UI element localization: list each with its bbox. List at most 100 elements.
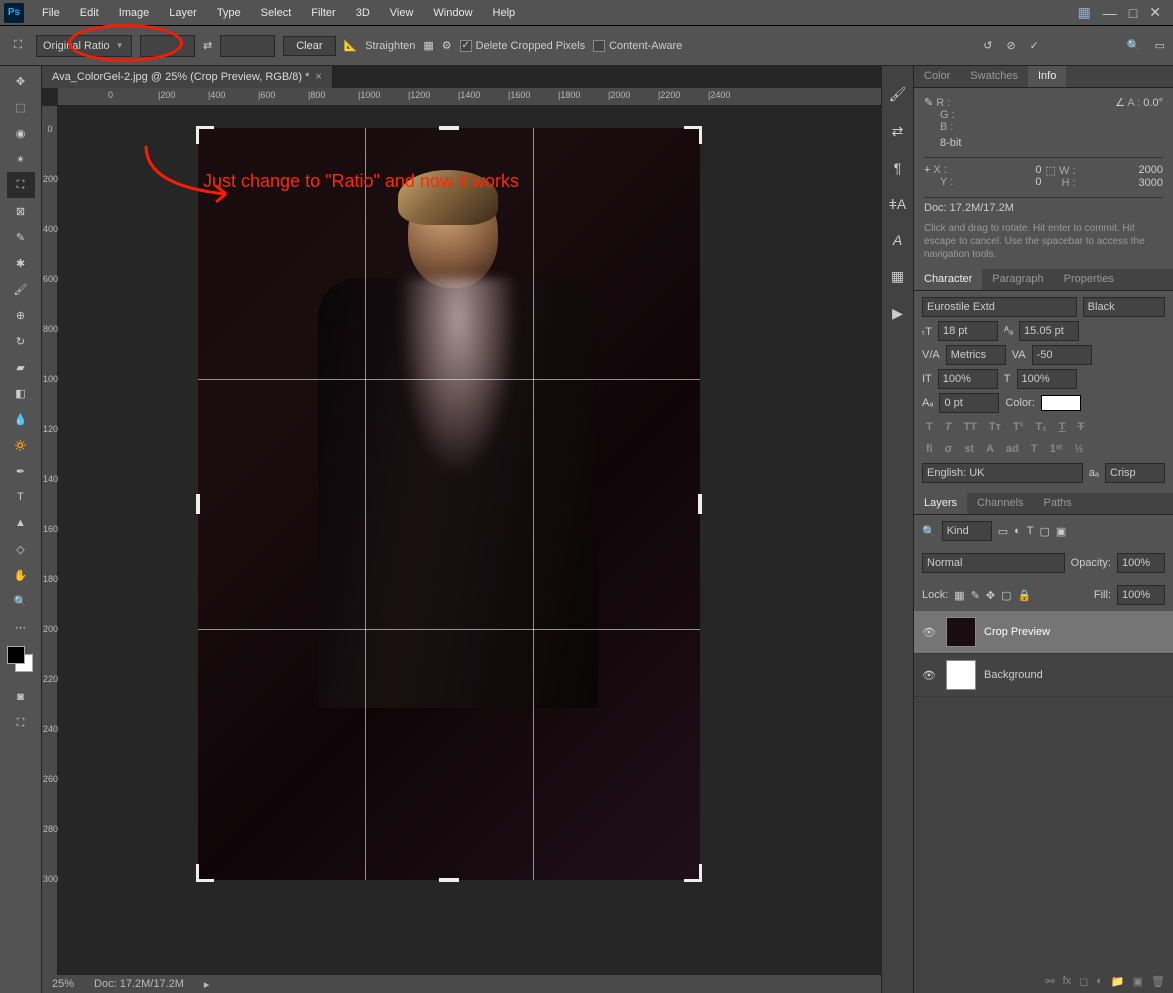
commit-crop-icon[interactable]: ✓ bbox=[1030, 39, 1039, 52]
contextual-button[interactable]: σ bbox=[941, 441, 957, 457]
menu-layer[interactable]: Layer bbox=[159, 3, 207, 23]
blend-mode-dropdown[interactable]: Normal bbox=[922, 553, 1065, 573]
tab-paragraph[interactable]: Paragraph bbox=[982, 269, 1053, 290]
status-chevron-icon[interactable]: ▸ bbox=[204, 978, 210, 991]
path-select-tool[interactable]: ▲ bbox=[7, 510, 35, 536]
discretionary-button[interactable]: st bbox=[960, 441, 978, 457]
layer-thumbnail[interactable] bbox=[946, 617, 976, 647]
glyph-panel-icon[interactable]: ǂA bbox=[889, 196, 907, 212]
color-swatches[interactable] bbox=[7, 646, 35, 674]
menu-type[interactable]: Type bbox=[207, 3, 251, 23]
leading-input[interactable]: 15.05 pt bbox=[1019, 321, 1079, 341]
font-size-input[interactable]: 18 pt bbox=[938, 321, 998, 341]
character-panel-icon[interactable]: A bbox=[893, 232, 902, 248]
layer-row[interactable]: 👁 Background bbox=[914, 654, 1173, 697]
filter-image-icon[interactable]: ▭ bbox=[998, 525, 1008, 538]
opacity-input[interactable]: 100% bbox=[1117, 553, 1165, 573]
fractions-button[interactable]: ½ bbox=[1070, 441, 1087, 457]
quickmask-tool[interactable]: ◙ bbox=[7, 684, 35, 710]
crop-handle-top[interactable] bbox=[439, 126, 459, 130]
menu-select[interactable]: Select bbox=[251, 3, 302, 23]
document-tab[interactable]: Ava_ColorGel-2.jpg @ 25% (Crop Preview, … bbox=[42, 66, 333, 88]
tab-color[interactable]: Color bbox=[914, 66, 960, 87]
group-icon[interactable]: 📁 bbox=[1111, 975, 1125, 988]
filter-type-icon[interactable]: T bbox=[1027, 525, 1034, 537]
underline-button[interactable]: T bbox=[1055, 419, 1070, 435]
foreground-swatch[interactable] bbox=[7, 646, 25, 664]
tab-paths[interactable]: Paths bbox=[1034, 493, 1082, 514]
crop-handle-br[interactable] bbox=[684, 864, 702, 882]
menu-help[interactable]: Help bbox=[483, 3, 526, 23]
menu-image[interactable]: Image bbox=[109, 3, 160, 23]
layer-filter-dropdown[interactable]: Kind bbox=[942, 521, 992, 541]
lasso-tool[interactable]: ◉ bbox=[7, 120, 35, 146]
gradient-tool[interactable]: ◧ bbox=[7, 380, 35, 406]
reset-icon[interactable]: ↺ bbox=[983, 39, 992, 52]
canvas[interactable]: Just change to "Ratio" and now it works bbox=[58, 106, 881, 975]
antialias-dropdown[interactable]: Crisp bbox=[1105, 463, 1165, 483]
crop-handle-bottom[interactable] bbox=[439, 878, 459, 882]
visibility-icon[interactable]: 👁 bbox=[922, 669, 938, 682]
shape-tool[interactable]: ◇ bbox=[7, 536, 35, 562]
quick-select-tool[interactable]: ✴ bbox=[7, 146, 35, 172]
adjustment-layer-icon[interactable]: ◐ bbox=[1096, 975, 1103, 987]
gear-icon[interactable]: ⚙ bbox=[442, 39, 452, 52]
crop-height-input[interactable] bbox=[220, 35, 275, 57]
minimize-icon[interactable]: — bbox=[1103, 5, 1117, 21]
new-layer-icon[interactable]: ▣ bbox=[1133, 975, 1143, 988]
move-tool[interactable]: ✥ bbox=[7, 68, 35, 94]
crop-handle-tr[interactable] bbox=[684, 126, 702, 144]
close-icon[interactable]: ✕ bbox=[1149, 4, 1161, 21]
layer-thumbnail[interactable] bbox=[946, 660, 976, 690]
crop-handle-left[interactable] bbox=[196, 494, 200, 514]
menu-file[interactable]: File bbox=[32, 3, 70, 23]
straighten-icon[interactable]: 📐 bbox=[344, 39, 358, 52]
delete-layer-icon[interactable]: 🗑 bbox=[1151, 975, 1165, 988]
tab-character[interactable]: Character bbox=[914, 269, 982, 290]
paragraph-panel-icon[interactable]: ¶ bbox=[894, 160, 902, 176]
clear-button[interactable]: Clear bbox=[283, 36, 335, 56]
crop-tool[interactable]: ⛶ bbox=[7, 172, 35, 198]
fill-input[interactable]: 100% bbox=[1117, 585, 1165, 605]
menu-window[interactable]: Window bbox=[423, 3, 482, 23]
lock-pixels-icon[interactable]: ▦ bbox=[954, 589, 964, 602]
lock-artboard-icon[interactable]: ▢ bbox=[1001, 589, 1011, 602]
smallcaps-button[interactable]: Tт bbox=[985, 419, 1005, 435]
layer-mask-icon[interactable]: ◻ bbox=[1079, 975, 1088, 988]
text-color-swatch[interactable] bbox=[1041, 395, 1081, 411]
history-brush-tool[interactable]: ↻ bbox=[7, 328, 35, 354]
zoom-level[interactable]: 25% bbox=[52, 978, 74, 990]
grid-overlay-icon[interactable]: ▦ bbox=[423, 39, 433, 52]
font-family-dropdown[interactable]: Eurostile Extd bbox=[922, 297, 1077, 317]
hand-tool[interactable]: ✋ bbox=[7, 562, 35, 588]
zoom-tool[interactable]: 🔍 bbox=[7, 588, 35, 614]
crop-handle-bl[interactable] bbox=[196, 864, 214, 882]
actions-panel-icon[interactable]: ▦ bbox=[891, 268, 904, 285]
tab-info[interactable]: Info bbox=[1028, 66, 1066, 87]
subscript-button[interactable]: T₁ bbox=[1031, 419, 1050, 435]
crop-handle-tl[interactable] bbox=[196, 126, 214, 144]
strike-button[interactable]: T bbox=[1073, 419, 1088, 435]
titling-button[interactable]: T bbox=[1027, 441, 1042, 457]
tracking-input[interactable]: -50 bbox=[1032, 345, 1092, 365]
ligature-button[interactable]: fi bbox=[922, 441, 937, 457]
swash-button[interactable]: A bbox=[982, 441, 998, 457]
screenmode-tool[interactable]: ⛶ bbox=[7, 710, 35, 736]
bold-button[interactable]: T bbox=[922, 419, 937, 435]
visibility-icon[interactable]: 👁 bbox=[922, 626, 938, 639]
pen-tool[interactable]: ✒ bbox=[7, 458, 35, 484]
content-aware-checkbox[interactable]: Content-Aware bbox=[593, 40, 682, 52]
stylistic-button[interactable]: ad bbox=[1002, 441, 1023, 457]
stamp-tool[interactable]: ⊕ bbox=[7, 302, 35, 328]
frame-tool[interactable]: ⊠ bbox=[7, 198, 35, 224]
italic-button[interactable]: T bbox=[941, 419, 956, 435]
hscale-input[interactable]: 100% bbox=[1017, 369, 1077, 389]
tab-layers[interactable]: Layers bbox=[914, 493, 967, 514]
tab-swatches[interactable]: Swatches bbox=[960, 66, 1028, 87]
healing-tool[interactable]: ✱ bbox=[7, 250, 35, 276]
history-panel-icon[interactable]: 🖌 bbox=[889, 86, 907, 103]
type-tool[interactable]: T bbox=[7, 484, 35, 510]
superscript-button[interactable]: T¹ bbox=[1009, 419, 1027, 435]
ordinals-button[interactable]: 1ˢᵗ bbox=[1046, 441, 1067, 457]
crop-handle-right[interactable] bbox=[698, 494, 702, 514]
